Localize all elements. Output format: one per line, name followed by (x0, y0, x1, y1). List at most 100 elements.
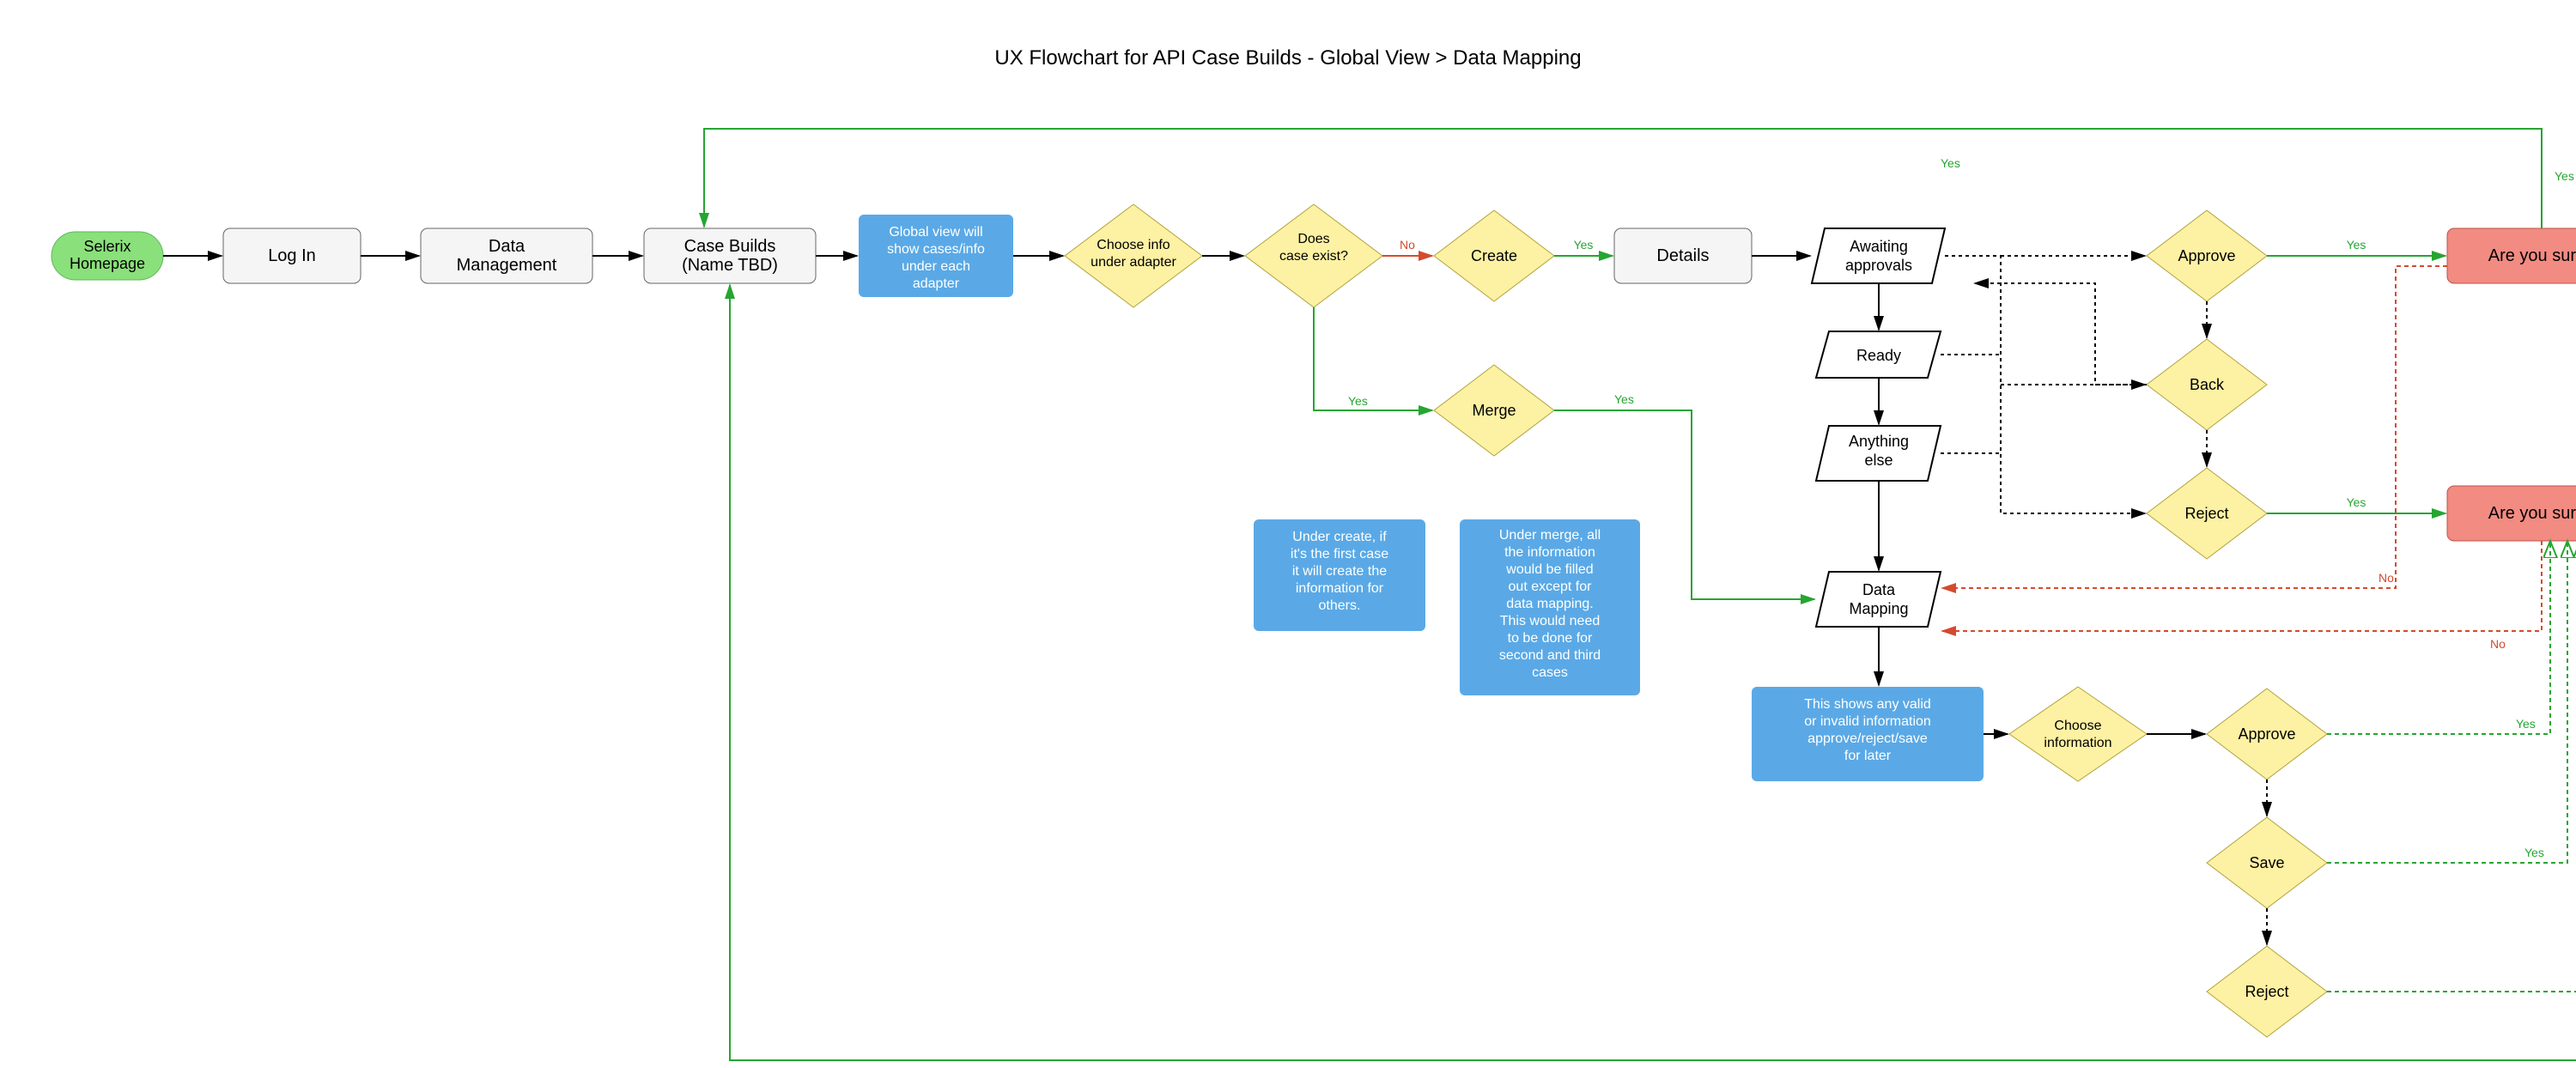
label-yes-6b: Yes (1941, 156, 1960, 170)
node-save2: Save (2207, 817, 2327, 908)
node-approve2: Approve (2207, 689, 2327, 780)
svg-text:information: information (2044, 736, 2111, 750)
node-areyousure1: Are you sure? (2447, 228, 2576, 283)
node-ready: Ready (1816, 331, 1941, 378)
svg-text:Choose: Choose (2054, 719, 2101, 733)
node-datamapping: Data Mapping (1816, 572, 1941, 627)
edge-doescase-merge (1314, 307, 1432, 410)
svg-text:Management: Management (457, 256, 557, 275)
svg-text:or invalid information: or invalid information (1804, 714, 1931, 729)
node-reject1: Reject (2147, 468, 2267, 559)
note-create: Under create, if it's the first case it … (1254, 519, 1425, 631)
edge-save2-ays2 (2327, 543, 2567, 863)
svg-text:Case Builds: Case Builds (684, 237, 776, 256)
label-or-4: or (2284, 920, 2295, 934)
note-datamap: This shows any valid or invalid informat… (1752, 687, 1984, 781)
svg-text:Reject: Reject (2184, 505, 2228, 522)
node-doescase: Does case exist? (1245, 204, 1382, 307)
svg-text:Log In: Log In (268, 246, 316, 265)
label-yes-9: Yes (2524, 846, 2544, 859)
node-datamgmt: Data Management (421, 228, 592, 283)
svg-text:it's the first case: it's the first case (1291, 547, 1388, 561)
svg-text:Save: Save (2249, 854, 2284, 871)
svg-text:Choose info: Choose info (1097, 238, 1170, 252)
svg-text:else: else (1864, 452, 1893, 469)
svg-text:for later: for later (1844, 749, 1892, 763)
node-approve1: Approve (2147, 210, 2267, 301)
svg-text:Reject: Reject (2245, 983, 2288, 1000)
svg-text:Are you sure?: Are you sure? (2488, 504, 2576, 523)
node-chooseinfo2: Choose information (2009, 687, 2147, 781)
node-start: Selerix Homepage (52, 232, 163, 280)
svg-text:information for: information for (1296, 581, 1384, 596)
svg-text:Under create, if: Under create, if (1292, 530, 1387, 544)
svg-text:This would need: This would need (1500, 614, 1601, 628)
label-yes-2: Yes (1574, 238, 1594, 252)
svg-text:data mapping.: data mapping. (1506, 597, 1593, 611)
svg-text:Homepage: Homepage (70, 255, 145, 272)
svg-text:second and third: second and third (1499, 648, 1601, 663)
node-login: Log In (223, 228, 361, 283)
edge-approve2-ays2 (2327, 543, 2550, 734)
svg-text:Awaiting: Awaiting (1850, 238, 1908, 255)
svg-text:Approve: Approve (2238, 725, 2295, 743)
svg-text:Does: Does (1297, 232, 1329, 246)
edge-ays2-no (1942, 541, 2542, 631)
label-yes-5: Yes (2347, 495, 2366, 509)
label-yes-8: Yes (2516, 717, 2536, 731)
svg-text:under each: under each (902, 259, 970, 274)
edge-reject2-ays2 (2327, 543, 2576, 992)
label-no-2: No (2379, 571, 2394, 585)
svg-text:Merge: Merge (1472, 402, 1516, 419)
svg-text:Details: Details (1656, 246, 1709, 265)
svg-text:This shows any valid: This shows any valid (1804, 697, 1931, 712)
note-merge: Under merge, all the information would b… (1460, 519, 1640, 695)
node-reject2: Reject (2207, 946, 2327, 1037)
svg-text:cases: cases (1532, 665, 1568, 680)
node-merge: Merge (1434, 365, 1554, 456)
node-back: Back (2147, 339, 2267, 430)
svg-text:the information: the information (1504, 545, 1595, 560)
label-yes-1: Yes (1348, 394, 1368, 408)
label-yes-3: Yes (1614, 392, 1634, 406)
svg-text:under adapter: under adapter (1091, 255, 1176, 270)
svg-text:Data: Data (1862, 581, 1896, 598)
label-yes-4: Yes (2347, 238, 2366, 252)
edge-ays2-yes-loop (730, 285, 2576, 1060)
svg-text:out except for: out except for (1509, 580, 1593, 594)
svg-text:Create: Create (1471, 247, 1517, 264)
label-no-3: No (2490, 637, 2506, 651)
svg-text:approvals: approvals (1845, 257, 1912, 274)
svg-text:would be filled: would be filled (1505, 562, 1593, 577)
node-create: Create (1434, 210, 1554, 301)
flowchart-canvas: UX Flowchart for API Case Builds - Globa… (0, 0, 2576, 1064)
label-yes-6: Yes (2555, 169, 2574, 183)
node-anythingelse: Anything else (1816, 426, 1941, 481)
node-globalview-note: Global view will show cases/info under e… (859, 215, 1013, 297)
svg-text:others.: others. (1319, 598, 1361, 613)
svg-text:show cases/info: show cases/info (887, 242, 985, 257)
label-or-1: or (2224, 313, 2235, 327)
node-details: Details (1614, 228, 1752, 283)
svg-text:Data: Data (489, 237, 526, 256)
svg-text:to be done for: to be done for (1508, 631, 1593, 646)
svg-text:Approve: Approve (2178, 247, 2235, 264)
edge-ays1-yes-loop (704, 129, 2542, 228)
label-no-1: No (1400, 238, 1415, 252)
svg-text:Are you sure?: Are you sure? (2488, 246, 2576, 265)
svg-text:Ready: Ready (1856, 347, 1901, 364)
svg-text:Mapping: Mapping (1849, 600, 1908, 617)
node-areyousure2: Are you sure? (2447, 486, 2576, 541)
node-awaiting: Awaiting approvals (1812, 228, 1945, 283)
svg-text:Anything: Anything (1849, 433, 1909, 450)
svg-text:Under merge, all: Under merge, all (1499, 528, 1601, 543)
diagram-title: UX Flowchart for API Case Builds - Globa… (994, 46, 1581, 70)
svg-text:adapter: adapter (913, 276, 960, 291)
label-or-2: or (2224, 442, 2235, 456)
node-casebuilds: Case Builds (Name TBD) (644, 228, 816, 283)
node-chooseinfo: Choose info under adapter (1065, 204, 1202, 307)
label-or-3: or (2284, 792, 2295, 805)
svg-text:case exist?: case exist? (1279, 249, 1348, 264)
svg-text:(Name TBD): (Name TBD) (682, 256, 778, 275)
svg-text:it will create the: it will create the (1292, 564, 1387, 579)
